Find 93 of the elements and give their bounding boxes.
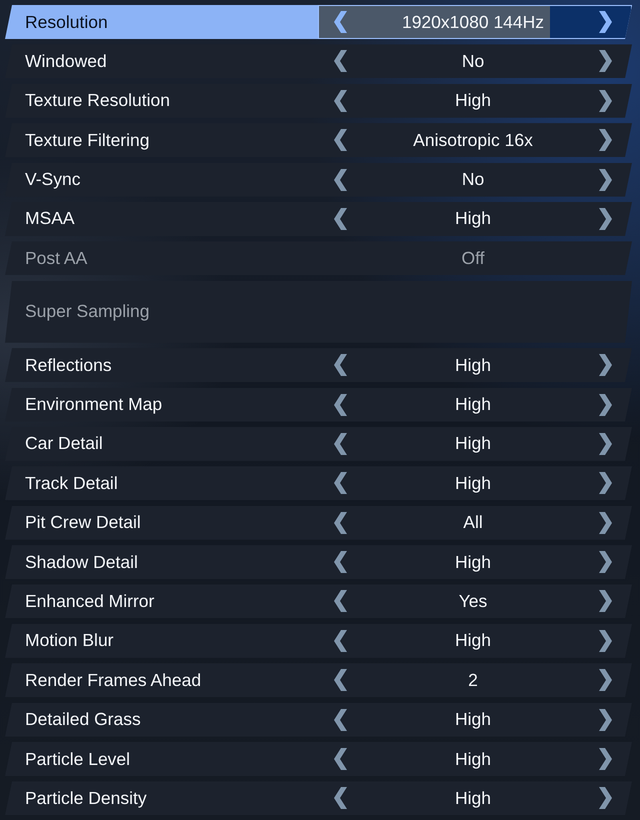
setting-label: Track Detail [24,472,119,494]
setting-row[interactable]: MSAA High [5,202,632,236]
chevron-right-icon[interactable] [599,630,612,652]
setting-label: Texture Filtering [24,130,150,151]
setting-row[interactable]: Shadow Detail High [5,545,632,580]
setting-row[interactable]: Texture Resolution High [5,84,632,118]
chevron-left-icon[interactable] [334,708,347,731]
setting-label: Windowed [24,50,108,72]
setting-label: Super Sampling [24,301,151,322]
setting-row[interactable]: Particle Level High [5,742,632,776]
chevron-left-icon[interactable] [334,787,347,810]
setting-value: Anisotropic 16x [412,130,534,151]
setting-value: High [454,748,492,770]
chevron-left-icon[interactable] [334,432,347,455]
setting-value: All [462,512,484,534]
chevron-left-icon[interactable] [334,208,347,230]
chevron-right-icon[interactable] [599,208,612,230]
setting-label: MSAA [24,208,76,230]
chevron-left-icon[interactable] [334,669,347,692]
setting-row[interactable]: Car Detail High [5,426,632,461]
chevron-right-icon[interactable] [599,669,612,692]
chevron-left-icon[interactable] [334,90,347,112]
chevron-right-icon[interactable] [599,708,612,731]
setting-label: Post AA [24,248,88,269]
setting-row[interactable]: Resolution 1920x1080 144Hz [5,5,632,39]
setting-label: Motion Blur [24,630,115,652]
setting-value: High [454,354,492,376]
chevron-left-icon[interactable] [334,472,347,494]
chevron-left-icon[interactable] [334,394,347,416]
setting-value: No [460,50,486,72]
setting-value: 2 [467,670,479,691]
setting-row[interactable]: Reflections High [5,348,632,382]
setting-label: Particle Level [24,748,132,770]
setting-label: Texture Resolution [24,90,171,112]
chevron-right-icon[interactable] [599,432,612,455]
chevron-right-icon[interactable] [599,394,612,416]
setting-row[interactable]: Environment Map High [5,388,632,422]
chevron-left-icon[interactable] [334,11,347,33]
setting-value: High [454,90,492,112]
setting-label: V-Sync [24,169,82,190]
chevron-right-icon[interactable] [599,168,612,191]
chevron-left-icon[interactable] [334,512,347,534]
setting-value: High [454,788,492,809]
chevron-right-icon[interactable] [599,551,612,574]
setting-label: Resolution [24,12,109,32]
setting-value: High [454,630,492,652]
chevron-left-icon[interactable] [334,551,347,574]
chevron-left-icon[interactable] [334,168,347,191]
setting-row[interactable]: Track Detail High [5,466,632,500]
setting-label: Enhanced Mirror [24,590,156,612]
setting-label: Particle Density [24,788,148,809]
setting-label: Render Frames Ahead [24,670,202,691]
setting-label: Pit Crew Detail [24,512,142,534]
setting-row[interactable]: Enhanced Mirror Yes [5,584,632,618]
setting-row[interactable]: Pit Crew Detail All [5,506,632,540]
setting-row[interactable]: Render Frames Ahead 2 [5,663,632,698]
setting-label: Shadow Detail [24,552,139,573]
setting-value: High [454,552,492,573]
setting-value: High [454,394,492,416]
setting-row[interactable]: Particle Density High [5,781,632,816]
value-selector[interactable]: 1920x1080 144Hz [318,5,632,39]
setting-value: No [460,169,486,190]
chevron-right-icon[interactable] [599,11,612,33]
setting-value: High [454,208,492,230]
setting-value: High [454,472,492,494]
chevron-right-icon[interactable] [599,50,612,72]
setting-row[interactable]: Windowed No [5,44,632,78]
setting-label: Car Detail [24,433,104,454]
setting-label: Detailed Grass [24,709,142,730]
chevron-left-icon[interactable] [334,590,347,612]
setting-label: Environment Map [24,394,164,416]
setting-value: Off [460,248,486,269]
chevron-right-icon[interactable] [599,787,612,810]
chevron-left-icon[interactable] [334,630,347,652]
chevron-left-icon[interactable] [334,748,347,770]
chevron-right-icon[interactable] [599,354,612,376]
chevron-right-icon[interactable] [599,90,612,112]
chevron-right-icon[interactable] [599,512,612,534]
chevron-right-icon[interactable] [599,748,612,770]
chevron-left-icon[interactable] [334,354,347,376]
setting-value: High [454,433,492,454]
setting-row[interactable]: Texture Filtering Anisotropic 16x [5,123,632,158]
chevron-right-icon[interactable] [599,590,612,612]
chevron-left-icon[interactable] [334,129,347,152]
setting-value: 1920x1080 144Hz [400,12,546,32]
setting-value: High [454,709,492,730]
chevron-right-icon[interactable] [599,472,612,494]
setting-row[interactable]: Detailed Grass High [5,702,632,737]
setting-value: Yes [458,590,488,612]
setting-row[interactable]: Motion Blur High [5,624,632,658]
chevron-right-icon[interactable] [599,129,612,152]
chevron-left-icon[interactable] [334,50,347,72]
setting-label: Reflections [24,354,113,376]
